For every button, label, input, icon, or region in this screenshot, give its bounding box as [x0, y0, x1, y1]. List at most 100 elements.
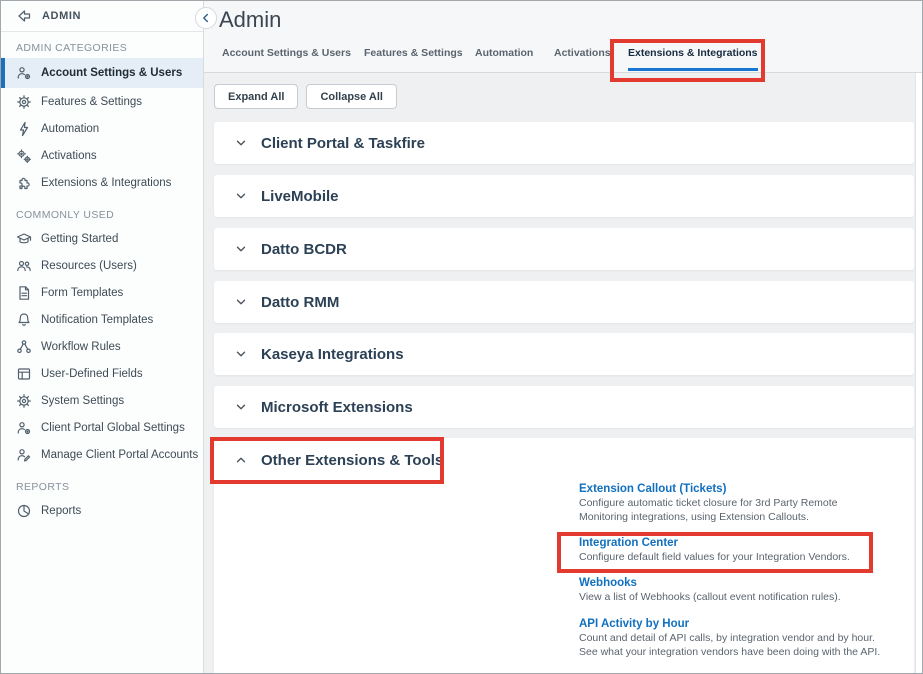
- link-block-webhooks: Webhooks View a list of Webhooks (callou…: [579, 576, 923, 604]
- link-description: See what your integration vendors have b…: [579, 645, 923, 659]
- chevron-up-icon: [234, 453, 248, 467]
- sidebar-back-label: ADMIN: [42, 10, 81, 22]
- accordion-livemobile[interactable]: LiveMobile: [214, 175, 914, 217]
- graduation-cap-icon: [16, 231, 32, 247]
- accordion-other-extensions-tools: Other Extensions & Tools Extension Callo…: [214, 438, 914, 673]
- sidebar-item-reports[interactable]: Reports: [1, 497, 203, 524]
- sidebar-item-workflow-rules[interactable]: Workflow Rules: [1, 333, 203, 360]
- link-block-integration-center: Integration Center Configure default fie…: [579, 536, 923, 564]
- scrollbar-track[interactable]: [915, 73, 922, 673]
- link-description: Monitoring integrations, using Extension…: [579, 510, 923, 524]
- admin-sidebar: ADMIN ADMIN CATEGORIES Account Settings …: [1, 1, 204, 673]
- users-icon: [16, 258, 32, 274]
- sidebar-section-label-admin-categories: ADMIN CATEGORIES: [1, 32, 203, 58]
- sidebar-item-label: Client Portal Global Settings: [41, 422, 185, 434]
- admin-tabs: Account Settings & Users Features & Sett…: [204, 38, 922, 72]
- accordion-title: Datto RMM: [261, 294, 339, 311]
- gears-icon: [16, 148, 32, 164]
- sidebar-item-label: Extensions & Integrations: [41, 177, 171, 189]
- sidebar-section-label-commonly-used: COMMONLY USED: [1, 196, 203, 225]
- accordion-kaseya-integrations[interactable]: Kaseya Integrations: [214, 333, 914, 375]
- sidebar-item-notification-templates[interactable]: Notification Templates: [1, 306, 203, 333]
- accordion-title: LiveMobile: [261, 188, 339, 205]
- sidebar-item-account-settings-users[interactable]: Account Settings & Users: [1, 58, 203, 88]
- sidebar-item-features-settings[interactable]: Features & Settings: [1, 88, 203, 115]
- user-edit-icon: [16, 447, 32, 463]
- accordion-title: Other Extensions & Tools: [261, 452, 443, 469]
- integration-center-link[interactable]: Integration Center: [579, 536, 923, 550]
- tab-extensions-integrations[interactable]: Extensions & Integrations: [628, 38, 758, 72]
- lightning-icon: [16, 121, 32, 137]
- extension-callout-tickets-link[interactable]: Extension Callout (Tickets): [579, 482, 923, 496]
- main-header: Admin Account Settings & Users Features …: [204, 1, 922, 73]
- accordion-title: Microsoft Extensions: [261, 399, 413, 416]
- chevron-down-icon: [234, 347, 248, 361]
- sidebar-item-label: Workflow Rules: [41, 341, 121, 353]
- sidebar-item-label: Notification Templates: [41, 314, 153, 326]
- sidebar-item-label: Manage Client Portal Accounts: [41, 449, 198, 461]
- sidebar-item-activations[interactable]: Activations: [1, 142, 203, 169]
- sidebar-item-client-portal-global-settings[interactable]: Client Portal Global Settings: [1, 414, 203, 441]
- chevron-down-icon: [234, 242, 248, 256]
- accordion-microsoft-extensions[interactable]: Microsoft Extensions: [214, 386, 914, 428]
- extension-links-column: Extension Callout (Tickets) Configure au…: [579, 482, 923, 671]
- sidebar-item-manage-client-portal-accounts[interactable]: Manage Client Portal Accounts: [1, 441, 203, 468]
- grid-icon: [16, 366, 32, 382]
- sidebar-item-label: Automation: [41, 123, 99, 135]
- document-icon: [16, 285, 32, 301]
- link-description: View a list of Webhooks (callout event n…: [579, 590, 923, 604]
- sidebar-item-label: System Settings: [41, 395, 124, 407]
- puzzle-icon: [16, 175, 32, 191]
- admin-page: ADMIN ADMIN CATEGORIES Account Settings …: [0, 0, 923, 674]
- expand-all-button[interactable]: Expand All: [214, 84, 298, 109]
- tab-automation[interactable]: Automation: [475, 38, 533, 72]
- sidebar-item-resources-users[interactable]: Resources (Users): [1, 252, 203, 279]
- gear-icon: [16, 393, 32, 409]
- tab-activations[interactable]: Activations: [554, 38, 611, 72]
- sidebar-item-form-templates[interactable]: Form Templates: [1, 279, 203, 306]
- link-block-extension-callout: Extension Callout (Tickets) Configure au…: [579, 482, 923, 524]
- sidebar-item-label: Activations: [41, 150, 97, 162]
- accordion-title: Kaseya Integrations: [261, 346, 404, 363]
- sidebar-item-system-settings[interactable]: System Settings: [1, 387, 203, 414]
- sidebar-item-label: Form Templates: [41, 287, 123, 299]
- accordion-datto-rmm[interactable]: Datto RMM: [214, 281, 914, 323]
- chevron-left-icon: [199, 11, 213, 25]
- bell-icon: [16, 312, 32, 328]
- tab-content: Expand All Collapse All Client Portal & …: [204, 73, 922, 673]
- accordion-datto-bcdr[interactable]: Datto BCDR: [214, 228, 914, 270]
- back-arrow-icon: [16, 8, 32, 24]
- sidebar-item-label: Features & Settings: [41, 96, 142, 108]
- accordion-other-extensions-tools-header[interactable]: Other Extensions & Tools: [214, 438, 914, 482]
- gear-icon: [16, 94, 32, 110]
- main-area: Admin Account Settings & Users Features …: [204, 1, 922, 673]
- sidebar-item-label: Account Settings & Users: [41, 67, 182, 79]
- collapse-all-button[interactable]: Collapse All: [306, 84, 397, 109]
- sidebar-item-extensions-integrations[interactable]: Extensions & Integrations: [1, 169, 203, 196]
- tab-features-settings[interactable]: Features & Settings: [364, 38, 463, 72]
- sidebar-item-label: User-Defined Fields: [41, 368, 143, 380]
- sidebar-item-getting-started[interactable]: Getting Started: [1, 225, 203, 252]
- link-description: Count and detail of API calls, by integr…: [579, 631, 923, 645]
- chevron-down-icon: [234, 189, 248, 203]
- sidebar-back-header[interactable]: ADMIN: [1, 1, 203, 32]
- tab-account-settings-users[interactable]: Account Settings & Users: [222, 38, 351, 72]
- link-block-api-activity: API Activity by Hour Count and detail of…: [579, 617, 923, 659]
- api-activity-by-hour-link[interactable]: API Activity by Hour: [579, 617, 923, 631]
- chevron-down-icon: [234, 136, 248, 150]
- webhooks-link[interactable]: Webhooks: [579, 576, 923, 590]
- accordion-toolbar: Expand All Collapse All: [214, 84, 397, 109]
- accordion-client-portal-taskfire[interactable]: Client Portal & Taskfire: [214, 122, 914, 164]
- link-description: Configure automatic ticket closure for 3…: [579, 496, 923, 510]
- accordion-title: Client Portal & Taskfire: [261, 135, 425, 152]
- user-gear-icon: [16, 420, 32, 436]
- sidebar-item-automation[interactable]: Automation: [1, 115, 203, 142]
- pie-chart-icon: [16, 503, 32, 519]
- sidebar-section-label-reports: REPORTS: [1, 468, 203, 497]
- sidebar-item-user-defined-fields[interactable]: User-Defined Fields: [1, 360, 203, 387]
- sidebar-collapse-button[interactable]: [195, 7, 217, 29]
- sidebar-item-label: Resources (Users): [41, 260, 137, 272]
- page-title: Admin: [219, 7, 281, 33]
- accordion-title: Datto BCDR: [261, 241, 347, 258]
- link-description: Configure default field values for your …: [579, 550, 923, 564]
